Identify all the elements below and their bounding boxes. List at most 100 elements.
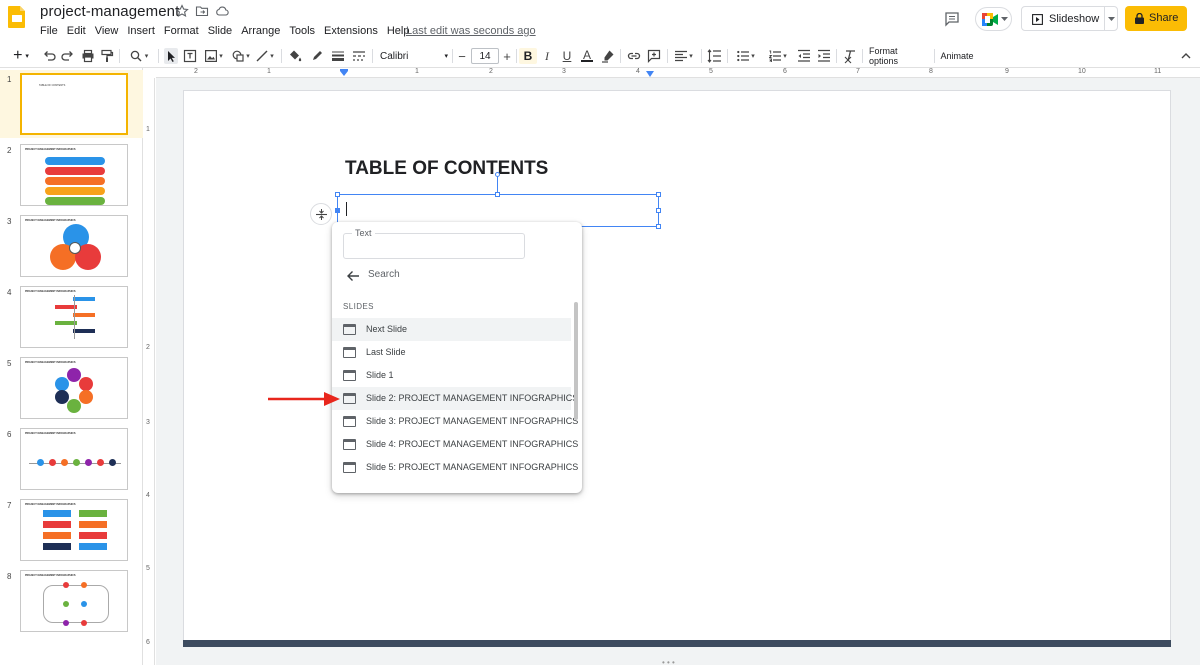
ruler-number: 2: [489, 68, 493, 75]
italic-button[interactable]: I: [540, 48, 554, 64]
link-option-slide-1[interactable]: Slide 1: [332, 364, 571, 387]
link-option-next-slide[interactable]: Next Slide: [332, 318, 571, 341]
search-input[interactable]: Search: [368, 269, 400, 280]
comment-history-icon[interactable]: [944, 11, 960, 27]
line-spacing-icon[interactable]: [707, 48, 721, 64]
align-icon[interactable]: ▾: [672, 48, 696, 64]
link-option-slide-5[interactable]: Slide 5: PROJECT MANAGEMENT INFOGRAPHICS: [332, 456, 578, 479]
collapse-toolbar-icon[interactable]: [1180, 48, 1192, 64]
slide-number: 7: [7, 501, 12, 510]
format-options-button[interactable]: Format options: [869, 46, 927, 66]
ruler-number: 6: [146, 639, 150, 646]
slide-thumbnail-2[interactable]: PROJECT MANAGEMENT INFOGRAPHICS: [20, 144, 128, 206]
slide-icon: [343, 324, 356, 335]
document-title[interactable]: project-management: [40, 3, 179, 20]
thumb-caption: PROJECT MANAGEMENT INFOGRAPHICS: [25, 361, 76, 364]
increase-font-size-button[interactable]: +: [501, 48, 513, 64]
menu-slide[interactable]: Slide: [208, 23, 232, 39]
rotate-handle[interactable]: [495, 172, 500, 177]
paint-format-icon[interactable]: [100, 48, 114, 64]
slide-title[interactable]: TABLE OF CONTENTS: [345, 158, 548, 180]
link-option-slide-2[interactable]: Slide 2: PROJECT MANAGEMENT INFOGRAPHICS: [332, 387, 578, 410]
menu-view[interactable]: View: [95, 23, 119, 39]
link-option-last-slide[interactable]: Last Slide: [332, 341, 571, 364]
insert-link-icon[interactable]: [627, 48, 641, 64]
slide-thumbnail-8[interactable]: PROJECT MANAGEMENT INFOGRAPHICS: [20, 570, 128, 632]
select-cursor-icon[interactable]: [164, 48, 178, 64]
last-edit-link[interactable]: Last edit was seconds ago: [406, 23, 536, 39]
bold-button[interactable]: B: [519, 48, 537, 64]
slideshow-dropdown-icon[interactable]: [1108, 17, 1115, 21]
font-size-input[interactable]: 14: [471, 48, 499, 64]
new-slide-icon[interactable]: + ▾: [8, 47, 34, 64]
border-color-icon[interactable]: [310, 48, 324, 64]
insert-image-icon[interactable]: ▾: [203, 48, 225, 64]
fill-color-icon[interactable]: [289, 48, 303, 64]
font-family-select[interactable]: Calibri ▾: [380, 48, 448, 64]
share-button[interactable]: Share: [1125, 6, 1187, 31]
menu-file[interactable]: File: [40, 23, 58, 39]
move-folder-icon[interactable]: [195, 4, 209, 18]
shape-icon[interactable]: ▾: [230, 48, 252, 64]
resize-handle[interactable]: [335, 192, 340, 197]
vertical-align-button[interactable]: [310, 203, 332, 225]
border-dash-icon[interactable]: [352, 48, 366, 64]
zoom-icon[interactable]: ▾: [126, 48, 152, 64]
border-weight-icon[interactable]: [331, 48, 345, 64]
ruler-number: 1: [267, 68, 271, 75]
left-indent-marker-icon[interactable]: [340, 69, 348, 77]
link-text-field[interactable]: Text: [343, 228, 525, 259]
slide-thumbnail-4[interactable]: PROJECT MANAGEMENT INFOGRAPHICS: [20, 286, 128, 348]
redo-icon[interactable]: [61, 48, 75, 64]
resize-handle[interactable]: [656, 224, 661, 229]
clear-formatting-icon[interactable]: [843, 48, 857, 64]
print-icon[interactable]: [81, 48, 95, 64]
ruler-number: 8: [929, 68, 933, 75]
cloud-status-icon[interactable]: [215, 4, 229, 18]
meet-icon: [982, 13, 998, 26]
animate-button[interactable]: Animate: [940, 48, 974, 64]
popup-scrollbar[interactable]: [574, 302, 578, 420]
text-box-icon[interactable]: [183, 48, 197, 64]
menu-edit[interactable]: Edit: [67, 23, 86, 39]
slide-thumbnail-5[interactable]: PROJECT MANAGEMENT INFOGRAPHICS: [20, 357, 128, 419]
highlight-icon[interactable]: [601, 48, 615, 64]
numbered-list-icon[interactable]: ▾: [765, 48, 791, 64]
text-color-button[interactable]: A: [580, 48, 594, 64]
resize-handle[interactable]: [656, 192, 661, 197]
decrease-indent-icon[interactable]: [797, 48, 811, 64]
meet-button[interactable]: [975, 7, 1012, 31]
menu-insert[interactable]: Insert: [127, 23, 155, 39]
link-option-slide-4[interactable]: Slide 4: PROJECT MANAGEMENT INFOGRAPHICS: [332, 433, 578, 456]
right-indent-marker-icon[interactable]: [646, 71, 654, 77]
undo-icon[interactable]: [42, 48, 56, 64]
link-option-slide-3[interactable]: Slide 3: PROJECT MANAGEMENT INFOGRAPHICS: [332, 410, 578, 433]
menu-tools[interactable]: Tools: [289, 23, 315, 39]
slide-thumbnail-3[interactable]: PROJECT MANAGEMENT INFOGRAPHICS: [20, 215, 128, 277]
increase-indent-icon[interactable]: [817, 48, 831, 64]
bulleted-list-icon[interactable]: ▾: [733, 48, 759, 64]
slide-thumbnail-7[interactable]: PROJECT MANAGEMENT INFOGRAPHICS: [20, 499, 128, 561]
resize-handle[interactable]: [335, 208, 340, 213]
menu-format[interactable]: Format: [164, 23, 199, 39]
star-icon[interactable]: [175, 4, 189, 18]
rotate-connector: [497, 174, 498, 194]
slides-logo-icon[interactable]: [8, 5, 26, 29]
notes-resize-handle[interactable]: • • •: [662, 658, 675, 667]
back-arrow-icon[interactable]: [346, 269, 360, 283]
underline-button[interactable]: U: [560, 48, 574, 64]
menu-extensions[interactable]: Extensions: [324, 23, 378, 39]
resize-handle[interactable]: [656, 208, 661, 213]
ruler-number: 6: [783, 68, 787, 75]
slide-thumbnail-1[interactable]: TABLE OF CONTENTS: [20, 73, 128, 135]
ruler-number: 2: [194, 68, 198, 75]
horizontal-ruler: 2 1 1 2 3 4 5 6 7 8 9 10 11: [156, 68, 1200, 78]
menu-arrange[interactable]: Arrange: [241, 23, 280, 39]
add-comment-icon[interactable]: [647, 48, 661, 64]
line-icon[interactable]: ▾: [254, 48, 276, 64]
slide-thumbnail-6[interactable]: PROJECT MANAGEMENT INFOGRAPHICS: [20, 428, 128, 490]
slideshow-button[interactable]: Slideshow: [1021, 6, 1118, 31]
resize-handle[interactable]: [495, 192, 500, 197]
decrease-font-size-button[interactable]: −: [456, 48, 468, 64]
menu-bar: File Edit View Insert Format Slide Arran…: [40, 23, 418, 39]
